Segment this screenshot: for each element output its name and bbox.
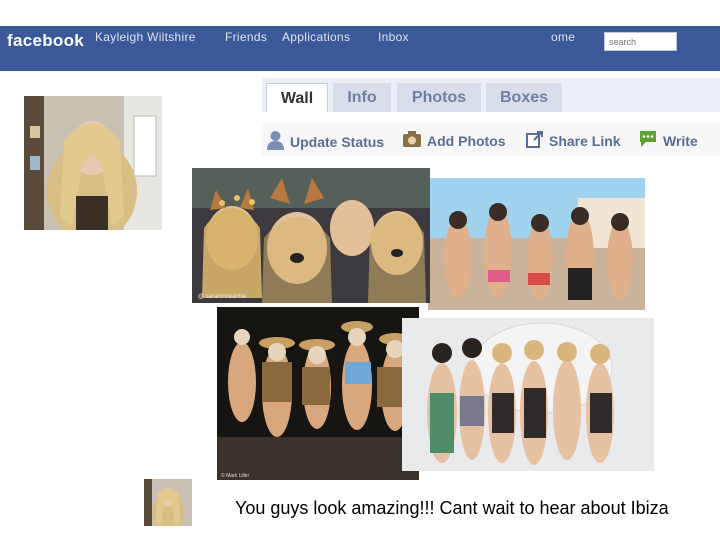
share-icon — [526, 130, 544, 151]
update-status-label: Update Status — [290, 133, 385, 150]
photo-costume-party[interactable]: © Mark Liller — [217, 307, 419, 480]
profile-picture[interactable] — [24, 96, 162, 230]
search-input[interactable] — [604, 32, 677, 51]
nav-inbox[interactable]: Inbox — [378, 30, 409, 44]
add-photos-label: Add Photos — [427, 132, 506, 149]
photo-swimsuit-group[interactable] — [402, 318, 654, 471]
photo-selfie-group[interactable]: @ sarahmceachie — [192, 168, 430, 303]
nav-friends[interactable]: Friends — [225, 30, 267, 44]
tab-boxes[interactable]: Boxes — [486, 83, 562, 112]
update-status-button[interactable]: Update Status — [266, 130, 384, 153]
photo-beach-party[interactable] — [428, 178, 645, 310]
nav-applications[interactable]: Applications — [282, 30, 350, 44]
share-link-button[interactable]: Share Link — [526, 130, 621, 151]
share-link-label: Share Link — [549, 132, 621, 149]
nav-home[interactable]: ome — [551, 30, 575, 44]
photo-credit-3: © Mark Liller — [221, 472, 249, 479]
photo-credit-1: @ sarahmceachie — [198, 294, 247, 300]
tab-photos[interactable]: Photos — [397, 83, 481, 112]
camera-icon — [402, 130, 422, 151]
commenter-avatar[interactable] — [144, 479, 192, 526]
tab-info[interactable]: Info — [333, 83, 391, 112]
profile-name-link[interactable]: Kayleigh Wiltshire — [95, 30, 196, 44]
person-icon — [266, 130, 285, 153]
write-label: Write — [663, 132, 698, 149]
top-navigation-bar: facebook Kayleigh Wiltshire Friends Appl… — [0, 26, 720, 71]
add-photos-button[interactable]: Add Photos — [402, 130, 506, 151]
speech-bubble-icon — [638, 130, 658, 151]
comment-text: You guys look amazing!!! Cant wait to he… — [235, 498, 669, 518]
write-button[interactable]: Write — [638, 130, 698, 151]
tab-wall[interactable]: Wall — [266, 83, 328, 112]
facebook-logo[interactable]: facebook — [7, 31, 84, 51]
